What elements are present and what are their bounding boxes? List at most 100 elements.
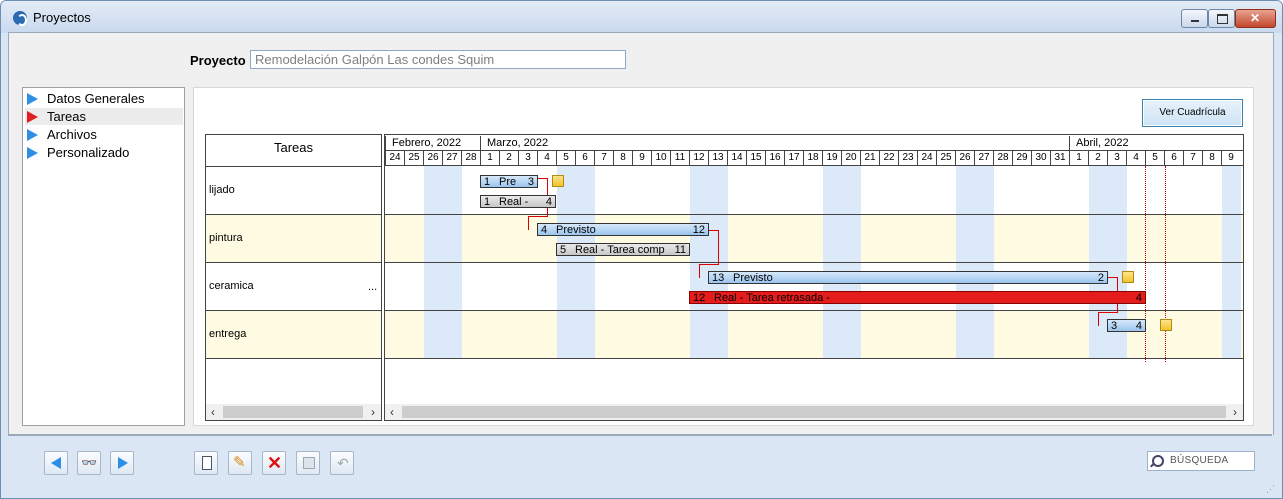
nav-item-tareas[interactable]: Tareas [25,108,183,125]
scroll-thumb[interactable] [402,406,1226,418]
scroll-right-icon[interactable]: › [1228,405,1242,419]
bar-end: 2 [1097,272,1104,284]
row-divider [206,310,381,311]
bar-label: Real - [499,196,529,208]
arrow-left-icon [51,457,61,469]
task-row[interactable]: ceramica ... [206,263,381,311]
delete-button[interactable]: ✕ [262,451,286,475]
dependency-link [528,216,529,230]
day-label: 26 [423,151,442,165]
gantt-timeline: Febrero, 2022 Marzo, 2022 Abril, 2022 24 25… [384,134,1244,421]
view-grid-button[interactable]: Ver Cuadrícula [1142,99,1243,127]
day-label: 6 [575,151,594,165]
dependency-link [1098,312,1118,313]
day-label: 16 [765,151,784,165]
day-label: 9 [632,151,651,165]
day-label: 17 [784,151,803,165]
gantt-bar-planned[interactable]: 13 Previsto 2 [708,271,1108,284]
task-list-scrollbar[interactable]: ‹ › [206,404,381,420]
gantt-bar-actual[interactable]: 1 Real - 4 [480,195,556,208]
day-label: 23 [898,151,917,165]
header-divider [385,165,1243,166]
day-label: 6 [1164,151,1183,165]
scroll-thumb[interactable] [223,406,363,418]
row-divider [206,262,381,263]
edit-button[interactable]: ✎ [228,451,252,475]
gantt-bar-planned[interactable]: 1 Pre 3 [480,175,538,188]
note-icon[interactable] [1122,271,1134,283]
timeline-scrollbar[interactable]: ‹ › [385,404,1243,420]
minimize-button[interactable] [1181,9,1208,28]
find-button[interactable]: 👓 [77,451,101,475]
pencil-icon: ✎ [233,454,246,471]
day-label: 30 [1031,151,1050,165]
bar-end: 4 [1135,320,1142,332]
nav-item-archivos[interactable]: Archivos [25,126,183,143]
save-button[interactable] [296,451,320,475]
task-row[interactable]: entrega [206,311,381,359]
month-label: Febrero, 2022 [385,136,480,150]
more-button[interactable]: ... [368,281,377,293]
task-row[interactable]: pintura [206,215,381,263]
nav-item-personalizado[interactable]: Personalizado [25,144,183,161]
arrow-right-icon [118,457,128,469]
day-label: 4 [1126,151,1145,165]
new-button[interactable] [194,451,218,475]
title-bar: Proyectos [1,1,1282,33]
undo-button[interactable]: ↶ [330,451,354,475]
nav-item-datos-generales[interactable]: Datos Generales [25,90,183,107]
footer-divider [8,434,1272,436]
maximize-button[interactable] [1208,9,1235,28]
project-field[interactable]: Remodelación Galpón Las condes Squim [250,50,626,69]
day-label: 1 [1069,151,1088,165]
scroll-left-icon[interactable]: ‹ [206,405,220,419]
scroll-right-icon[interactable]: › [366,405,380,419]
task-list: Tareas lijado pintura ceramica ... entre… [205,134,382,421]
arrow-right-icon [27,93,38,105]
gantt-bar-planned[interactable]: 3 4 [1107,319,1146,332]
nav-item-label: Datos Generales [47,91,145,106]
note-icon[interactable] [1160,319,1172,331]
gantt-bar-actual[interactable]: 5 Real - Tarea comp 11 [556,243,690,256]
day-label: 10 [651,151,670,165]
gantt-bar-late[interactable]: 12 Real - Tarea retrasada - 4 [689,291,1146,304]
dependency-link [718,230,719,264]
day-label: 12 [689,151,708,165]
resize-grip-icon[interactable]: ⋰ [1266,484,1278,494]
bar-label: Pre [499,176,517,188]
next-record-button[interactable] [110,451,134,475]
day-label: 21 [860,151,879,165]
day-label: 13 [708,151,727,165]
bar-end: 11 [674,244,686,256]
project-label: Proyecto [190,53,246,68]
bar-end: 12 [692,224,705,236]
previous-record-button[interactable] [44,451,68,475]
row-divider [206,214,381,215]
arrow-right-icon [27,111,38,123]
day-label: 24 [917,151,936,165]
bar-start: 1 [484,176,491,188]
task-row[interactable]: lijado [206,167,381,215]
bar-start: 12 [693,292,706,304]
day-label: 8 [1202,151,1221,165]
day-label: 31 [1050,151,1069,165]
bar-start: 13 [712,272,725,284]
task-list-header: Tareas [206,135,381,167]
row-divider [206,358,381,359]
day-label: 3 [1107,151,1126,165]
task-name: lijado [209,184,235,196]
today-marker [1145,166,1146,362]
day-label: 2 [1088,151,1107,165]
day-label: 11 [670,151,689,165]
search-input[interactable]: BÚSQUEDA [1147,451,1255,471]
day-label: 25 [936,151,955,165]
gantt-bar-planned[interactable]: 4 Previsto 12 [537,223,709,236]
save-icon [303,457,315,469]
scroll-left-icon[interactable]: ‹ [385,405,399,419]
task-name: entrega [209,328,247,340]
day-label: 25 [404,151,423,165]
close-button[interactable] [1235,9,1276,28]
day-label: 27 [442,151,461,165]
bar-label: Real - Tarea retrasada - [714,292,830,304]
note-icon[interactable] [552,175,564,187]
